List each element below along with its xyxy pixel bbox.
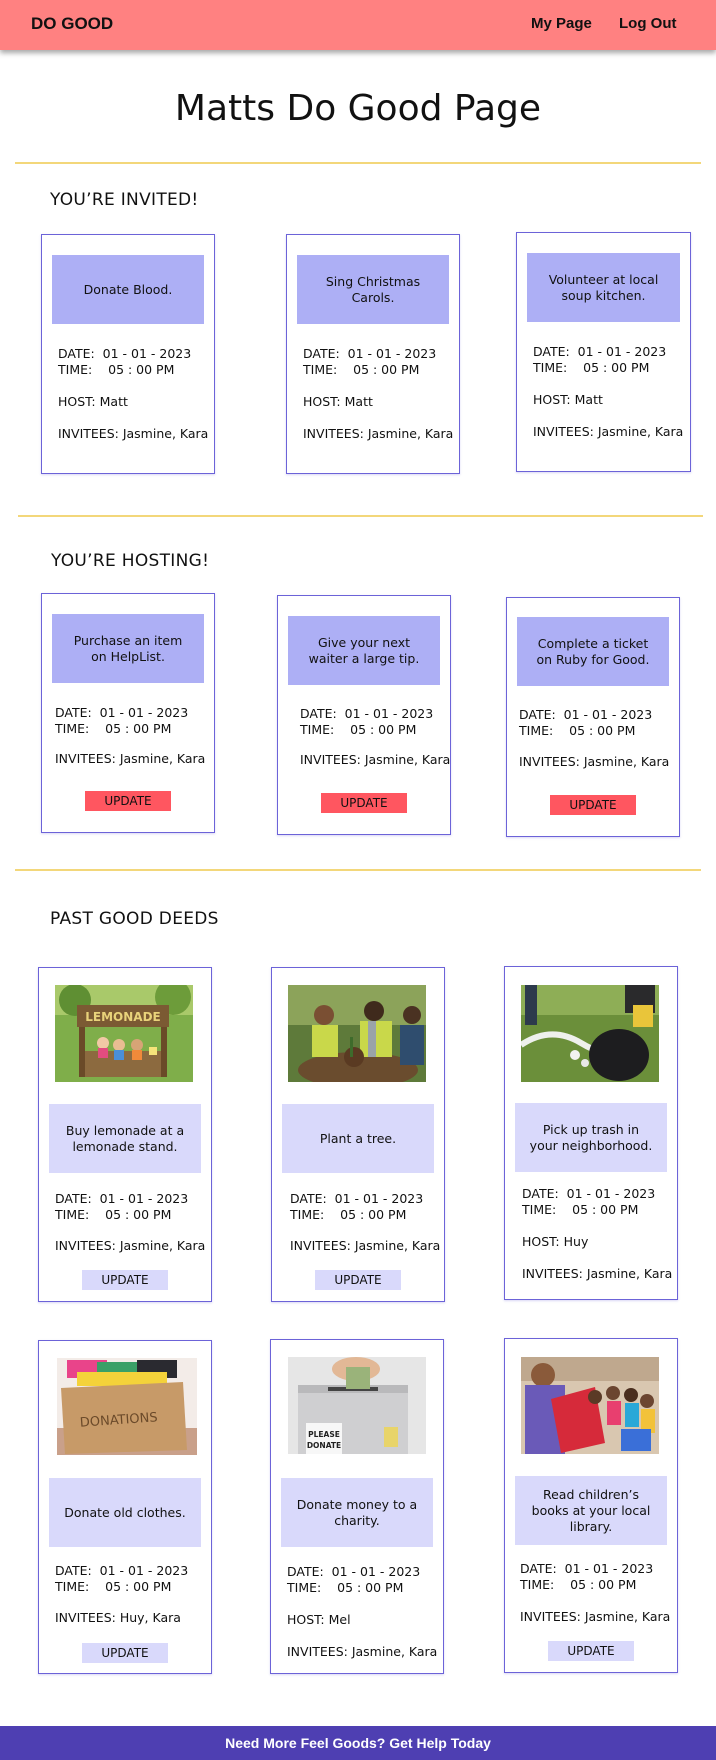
invited-card[interactable]: Donate Blood. DATE: 01 - 01 - 2023 TIME:… (41, 234, 215, 474)
card-time: TIME: 05 : 00 PM (519, 723, 636, 738)
past-section-title: PAST GOOD DEEDS (50, 909, 219, 929)
past-deed-card[interactable]: LEMONADE Buy lemonade at a lemonade stan… (38, 967, 212, 1302)
card-host: HOST: Mel (287, 1612, 351, 1627)
donation-box-photo: PLEASE DONATE (288, 1357, 426, 1454)
log-out-link[interactable]: Log Out (619, 15, 676, 32)
section-divider (15, 162, 701, 164)
my-page-link[interactable]: My Page (531, 15, 592, 32)
tree-planting-photo (288, 985, 428, 1082)
update-button[interactable]: UPDATE (315, 1270, 401, 1290)
update-button[interactable]: UPDATE (82, 1643, 168, 1663)
card-date: DATE: 01 - 01 - 2023 (300, 706, 434, 721)
card-time: TIME: 05 : 00 PM (303, 362, 420, 377)
invited-section-title: YOU’RE INVITED! (50, 190, 199, 210)
card-title: Pick up trash in your neighborhood. (515, 1103, 667, 1172)
card-invitees: INVITEES: Jasmine, Kara (58, 426, 209, 441)
card-title: Complete a ticket on Ruby for Good. (517, 617, 669, 686)
card-invitees: INVITEES: Jasmine, Kara (290, 1238, 441, 1253)
card-title: Buy lemonade at a lemonade stand. (49, 1104, 201, 1173)
card-time: TIME: 05 : 00 PM (520, 1577, 637, 1592)
card-date: DATE: 01 - 01 - 2023 (287, 1564, 421, 1579)
update-button[interactable]: UPDATE (321, 793, 407, 813)
card-date: DATE: 01 - 01 - 2023 (55, 1563, 189, 1578)
card-time: TIME: 05 : 00 PM (300, 722, 417, 737)
card-title: Donate Blood. (52, 255, 204, 324)
card-date: DATE: 01 - 01 - 2023 (303, 346, 437, 361)
card-title: Read children’s books at your local libr… (515, 1476, 667, 1545)
card-invitees: INVITEES: Jasmine, Kara (519, 754, 670, 769)
card-time: TIME: 05 : 00 PM (55, 1579, 172, 1594)
hosting-section-title: YOU’RE HOSTING! (51, 551, 210, 571)
card-invitees: INVITEES: Jasmine, Kara (520, 1609, 671, 1624)
donate-label-line-1: PLEASE (308, 1430, 340, 1439)
card-title: Purchase an item on HelpList. (52, 614, 204, 683)
card-host: HOST: Matt (58, 394, 128, 409)
card-date: DATE: 01 - 01 - 2023 (520, 1561, 654, 1576)
card-invitees: INVITEES: Huy, Kara (55, 1610, 181, 1625)
card-invitees: INVITEES: Jasmine, Kara (55, 1238, 206, 1253)
card-date: DATE: 01 - 01 - 2023 (58, 346, 192, 361)
card-invitees: INVITEES: Jasmine, Kara (533, 424, 684, 439)
hosting-card[interactable]: Give your next waiter a large tip. DATE:… (277, 595, 451, 835)
card-title: Plant a tree. (282, 1104, 434, 1173)
past-deed-card[interactable]: Pick up trash in your neighborhood. DATE… (504, 966, 678, 1300)
hosting-card[interactable]: Purchase an item on HelpList. DATE: 01 -… (41, 593, 215, 833)
update-button[interactable]: UPDATE (85, 791, 171, 811)
card-date: DATE: 01 - 01 - 2023 (290, 1191, 424, 1206)
card-time: TIME: 05 : 00 PM (287, 1580, 404, 1595)
card-date: DATE: 01 - 01 - 2023 (55, 1191, 189, 1206)
section-divider (18, 515, 703, 517)
past-deed-card[interactable]: DONATIONS Donate old clothes. DATE: 01 -… (38, 1340, 212, 1674)
card-title: Give your next waiter a large tip. (288, 616, 440, 685)
card-invitees: INVITEES: Jasmine, Kara (303, 426, 454, 441)
card-time: TIME: 05 : 00 PM (55, 721, 172, 736)
card-invitees: INVITEES: Jasmine, Kara (287, 1644, 438, 1659)
update-button[interactable]: UPDATE (550, 795, 636, 815)
card-date: DATE: 01 - 01 - 2023 (55, 705, 189, 720)
brand-logo[interactable]: DO GOOD (31, 14, 113, 34)
card-time: TIME: 05 : 00 PM (58, 362, 175, 377)
past-deed-card[interactable]: Plant a tree. DATE: 01 - 01 - 2023 TIME:… (271, 967, 445, 1302)
card-invitees: INVITEES: Jasmine, Kara (300, 752, 451, 767)
card-host: HOST: Matt (303, 394, 373, 409)
card-host: HOST: Huy (522, 1234, 589, 1249)
reading-to-children-photo (521, 1357, 661, 1454)
card-invitees: INVITEES: Jasmine, Kara (55, 751, 206, 766)
card-date: DATE: 01 - 01 - 2023 (522, 1186, 656, 1201)
update-button[interactable]: UPDATE (82, 1270, 168, 1290)
card-date: DATE: 01 - 01 - 2023 (519, 707, 653, 722)
card-time: TIME: 05 : 00 PM (522, 1202, 639, 1217)
lemonade-sign-text: LEMONADE (85, 1010, 160, 1024)
footer-help-banner[interactable]: Need More Feel Goods? Get Help Today (0, 1726, 716, 1760)
update-button[interactable]: UPDATE (548, 1641, 634, 1661)
card-title: Sing Christmas Carols. (297, 255, 449, 324)
trash-pickup-photo (521, 985, 661, 1082)
card-invitees: INVITEES: Jasmine, Kara (522, 1266, 673, 1281)
hosting-card[interactable]: Complete a ticket on Ruby for Good. DATE… (506, 597, 680, 837)
page-title: Matts Do Good Page (174, 88, 542, 129)
past-deed-card[interactable]: PLEASE DONATE Donate money to a charity.… (270, 1339, 444, 1674)
donate-label-line-2: DONATE (307, 1441, 341, 1450)
lemonade-stand-photo: LEMONADE (55, 985, 195, 1082)
card-title: Donate old clothes. (49, 1478, 201, 1547)
card-time: TIME: 05 : 00 PM (290, 1207, 407, 1222)
invited-card[interactable]: Sing Christmas Carols. DATE: 01 - 01 - 2… (286, 234, 460, 474)
card-time: TIME: 05 : 00 PM (55, 1207, 172, 1222)
navbar: DO GOOD My Page Log Out (0, 0, 716, 50)
invited-card[interactable]: Volunteer at local soup kitchen. DATE: 0… (516, 232, 691, 472)
card-time: TIME: 05 : 00 PM (533, 360, 650, 375)
donations-box-photo: DONATIONS (57, 1358, 197, 1455)
past-deed-card[interactable]: Read children’s books at your local libr… (504, 1338, 678, 1673)
section-divider (15, 869, 701, 871)
card-date: DATE: 01 - 01 - 2023 (533, 344, 667, 359)
card-host: HOST: Matt (533, 392, 603, 407)
card-title: Volunteer at local soup kitchen. (527, 253, 680, 322)
card-title: Donate money to a charity. (281, 1478, 433, 1547)
